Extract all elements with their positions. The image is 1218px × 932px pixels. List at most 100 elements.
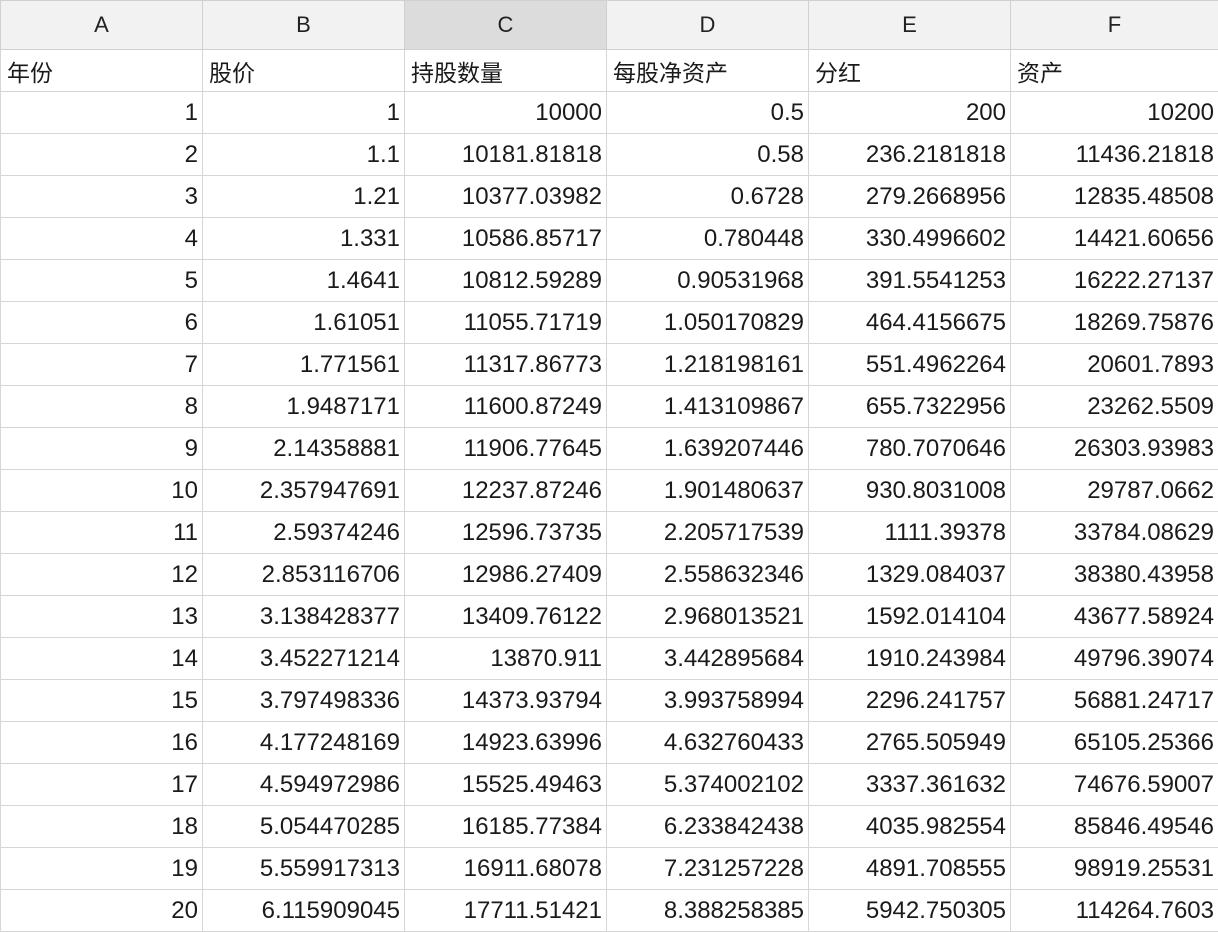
cell-nav[interactable]: 0.58 — [606, 133, 809, 176]
cell-shares[interactable]: 12237.87246 — [404, 469, 607, 512]
cell-price[interactable]: 5.054470285 — [202, 805, 405, 848]
cell-nav[interactable]: 0.780448 — [606, 217, 809, 260]
cell-price[interactable]: 1.9487171 — [202, 385, 405, 428]
cell-dividend-header[interactable]: 分红 — [808, 49, 1011, 92]
cell-year[interactable]: 8 — [0, 385, 203, 428]
cell-dividend[interactable]: 930.8031008 — [808, 469, 1011, 512]
cell-shares[interactable]: 10000 — [404, 91, 607, 134]
cell-price[interactable]: 2.14358881 — [202, 427, 405, 470]
cell-year[interactable]: 17 — [0, 763, 203, 806]
cell-dividend[interactable]: 655.7322956 — [808, 385, 1011, 428]
cell-dividend[interactable]: 1592.014104 — [808, 595, 1011, 638]
cell-price[interactable]: 4.594972986 — [202, 763, 405, 806]
cell-price[interactable]: 2.853116706 — [202, 553, 405, 596]
column-header-b[interactable]: B — [202, 0, 405, 50]
cell-dividend[interactable]: 1329.084037 — [808, 553, 1011, 596]
cell-nav[interactable]: 0.5 — [606, 91, 809, 134]
cell-year[interactable]: 14 — [0, 637, 203, 680]
cell-shares[interactable]: 17711.51421 — [404, 889, 607, 932]
cell-price[interactable]: 3.797498336 — [202, 679, 405, 722]
cell-shares[interactable]: 11055.71719 — [404, 301, 607, 344]
cell-assets[interactable]: 74676.59007 — [1010, 763, 1218, 806]
cell-shares[interactable]: 13870.911 — [404, 637, 607, 680]
cell-assets[interactable]: 18269.75876 — [1010, 301, 1218, 344]
cell-price[interactable]: 1.61051 — [202, 301, 405, 344]
cell-nav-header[interactable]: 每股净资产 — [606, 49, 809, 92]
cell-nav[interactable]: 7.231257228 — [606, 847, 809, 890]
cell-year[interactable]: 16 — [0, 721, 203, 764]
cell-year[interactable]: 2 — [0, 133, 203, 176]
cell-assets[interactable]: 114264.7603 — [1010, 889, 1218, 932]
cell-dividend[interactable]: 391.5541253 — [808, 259, 1011, 302]
cell-assets[interactable]: 98919.25531 — [1010, 847, 1218, 890]
cell-dividend[interactable]: 5942.750305 — [808, 889, 1011, 932]
cell-dividend[interactable]: 551.4962264 — [808, 343, 1011, 386]
cell-shares[interactable]: 16911.68078 — [404, 847, 607, 890]
cell-price[interactable]: 3.138428377 — [202, 595, 405, 638]
cell-nav[interactable]: 2.968013521 — [606, 595, 809, 638]
cell-nav[interactable]: 3.993758994 — [606, 679, 809, 722]
cell-price[interactable]: 4.177248169 — [202, 721, 405, 764]
cell-assets[interactable]: 49796.39074 — [1010, 637, 1218, 680]
cell-shares[interactable]: 10377.03982 — [404, 175, 607, 218]
cell-assets[interactable]: 29787.0662 — [1010, 469, 1218, 512]
cell-dividend[interactable]: 780.7070646 — [808, 427, 1011, 470]
cell-shares[interactable]: 14923.63996 — [404, 721, 607, 764]
cell-dividend[interactable]: 4035.982554 — [808, 805, 1011, 848]
cell-assets[interactable]: 33784.08629 — [1010, 511, 1218, 554]
cell-dividend[interactable]: 200 — [808, 91, 1011, 134]
cell-shares[interactable]: 11906.77645 — [404, 427, 607, 470]
cell-year[interactable]: 15 — [0, 679, 203, 722]
column-header-c[interactable]: C — [404, 0, 607, 50]
cell-year[interactable]: 20 — [0, 889, 203, 932]
cell-price[interactable]: 1.331 — [202, 217, 405, 260]
cell-price[interactable]: 1.21 — [202, 175, 405, 218]
cell-nav[interactable]: 0.90531968 — [606, 259, 809, 302]
cell-nav[interactable]: 3.442895684 — [606, 637, 809, 680]
cell-assets[interactable]: 14421.60656 — [1010, 217, 1218, 260]
cell-nav[interactable]: 4.632760433 — [606, 721, 809, 764]
cell-price[interactable]: 1.4641 — [202, 259, 405, 302]
cell-dividend[interactable]: 1111.39378 — [808, 511, 1011, 554]
cell-price[interactable]: 1.771561 — [202, 343, 405, 386]
cell-assets-header[interactable]: 资产 — [1010, 49, 1218, 92]
cell-year[interactable]: 4 — [0, 217, 203, 260]
cell-year[interactable]: 5 — [0, 259, 203, 302]
cell-shares[interactable]: 11600.87249 — [404, 385, 607, 428]
cell-year[interactable]: 7 — [0, 343, 203, 386]
cell-dividend[interactable]: 1910.243984 — [808, 637, 1011, 680]
column-header-a[interactable]: A — [0, 0, 203, 50]
cell-nav[interactable]: 8.388258385 — [606, 889, 809, 932]
cell-dividend[interactable]: 2765.505949 — [808, 721, 1011, 764]
cell-price[interactable]: 3.452271214 — [202, 637, 405, 680]
cell-nav[interactable]: 1.901480637 — [606, 469, 809, 512]
column-header-e[interactable]: E — [808, 0, 1011, 50]
cell-dividend[interactable]: 279.2668956 — [808, 175, 1011, 218]
cell-nav[interactable]: 2.205717539 — [606, 511, 809, 554]
cell-shares[interactable]: 16185.77384 — [404, 805, 607, 848]
cell-assets[interactable]: 85846.49546 — [1010, 805, 1218, 848]
cell-shares[interactable]: 10812.59289 — [404, 259, 607, 302]
cell-price-header[interactable]: 股价 — [202, 49, 405, 92]
column-header-d[interactable]: D — [606, 0, 809, 50]
cell-shares[interactable]: 15525.49463 — [404, 763, 607, 806]
cell-year[interactable]: 9 — [0, 427, 203, 470]
cell-shares[interactable]: 12986.27409 — [404, 553, 607, 596]
cell-price[interactable]: 1.1 — [202, 133, 405, 176]
cell-shares[interactable]: 11317.86773 — [404, 343, 607, 386]
cell-dividend[interactable]: 464.4156675 — [808, 301, 1011, 344]
cell-year[interactable]: 12 — [0, 553, 203, 596]
cell-assets[interactable]: 56881.24717 — [1010, 679, 1218, 722]
cell-year-header[interactable]: 年份 — [0, 49, 203, 92]
cell-price[interactable]: 5.559917313 — [202, 847, 405, 890]
cell-assets[interactable]: 11436.21818 — [1010, 133, 1218, 176]
cell-assets[interactable]: 38380.43958 — [1010, 553, 1218, 596]
cell-nav[interactable]: 1.218198161 — [606, 343, 809, 386]
cell-nav[interactable]: 1.050170829 — [606, 301, 809, 344]
cell-assets[interactable]: 20601.7893 — [1010, 343, 1218, 386]
cell-year[interactable]: 19 — [0, 847, 203, 890]
cell-price[interactable]: 2.357947691 — [202, 469, 405, 512]
cell-dividend[interactable]: 3337.361632 — [808, 763, 1011, 806]
cell-assets[interactable]: 26303.93983 — [1010, 427, 1218, 470]
cell-assets[interactable]: 16222.27137 — [1010, 259, 1218, 302]
